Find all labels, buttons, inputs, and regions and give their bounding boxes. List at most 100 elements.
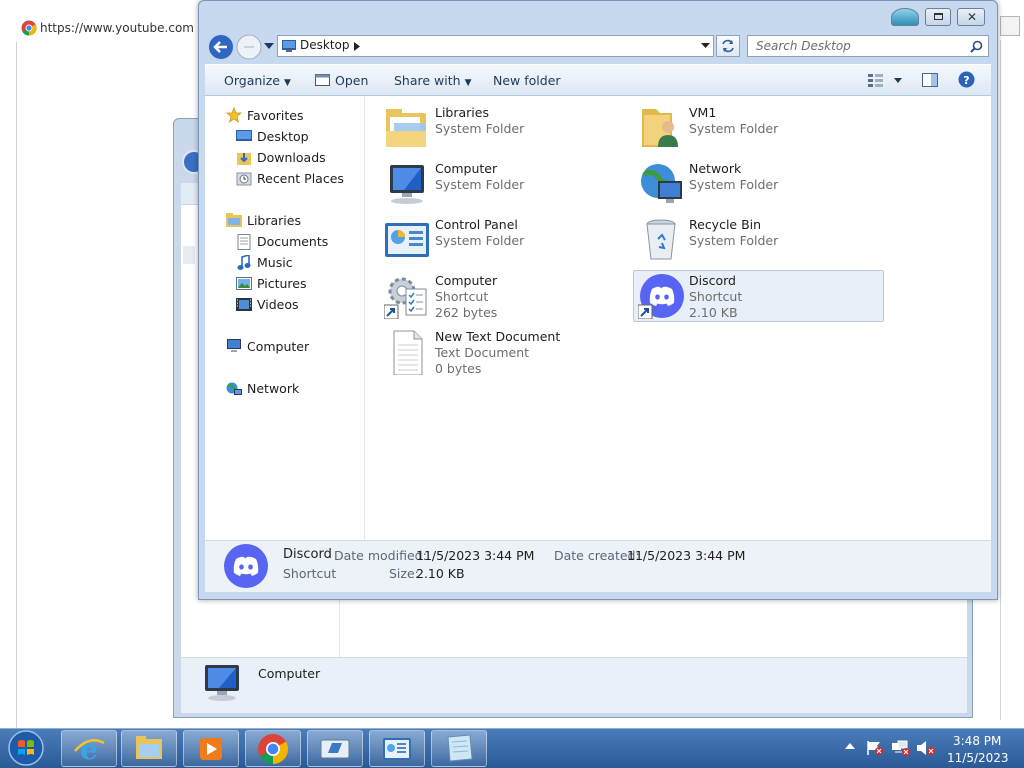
nav-music[interactable]: Music: [257, 255, 293, 270]
forward-button[interactable]: [236, 34, 262, 60]
maximize-button[interactable]: [925, 8, 951, 26]
chevron-down-icon: ▼: [464, 78, 472, 88]
taskbar-remote-desktop[interactable]: [307, 730, 363, 767]
taskbar-time[interactable]: 3:48 PM: [953, 734, 1001, 748]
nav-pictures[interactable]: Pictures: [257, 276, 307, 291]
file-name: Libraries: [435, 105, 489, 120]
taskbar-chrome[interactable]: [245, 730, 301, 767]
nav-documents[interactable]: Documents: [257, 234, 328, 249]
pictures-icon: [236, 277, 252, 293]
history-dropdown-icon[interactable]: [264, 43, 274, 49]
chevron-down-icon: ▼: [283, 78, 291, 88]
taskbar-notepad[interactable]: [431, 730, 487, 767]
file-type: System Folder: [689, 121, 779, 136]
taskbar-control-panel[interactable]: [369, 730, 425, 767]
browser-url[interactable]: https://www.youtube.com - G: [40, 21, 215, 35]
taskbar-media-player[interactable]: [183, 730, 239, 767]
network-icon: [638, 161, 684, 207]
start-button[interactable]: [4, 729, 48, 767]
recycle-bin-icon: [638, 217, 684, 263]
discord-icon: [223, 543, 269, 589]
file-item-discord[interactable]: Discord Shortcut 2.10 KB: [636, 271, 884, 323]
file-item-network[interactable]: Network System Folder: [636, 159, 884, 211]
back-button[interactable]: [207, 33, 235, 61]
organize-label: Organize: [224, 73, 280, 88]
browser-edge: [1000, 40, 1014, 720]
close-button[interactable]: ✕: [957, 8, 985, 26]
file-name: Network: [689, 161, 742, 176]
file-type: System Folder: [435, 233, 525, 248]
network-status-icon[interactable]: [891, 740, 911, 756]
breadcrumb-arrow-icon[interactable]: [354, 42, 360, 51]
file-type: Shortcut: [689, 289, 743, 304]
new-folder-button[interactable]: New folder: [493, 73, 561, 88]
discord-icon: [638, 273, 684, 319]
action-center-icon[interactable]: [866, 740, 884, 756]
details-created-value: 11/5/2023 3:44 PM: [627, 548, 746, 563]
file-item-computer[interactable]: Computer System Folder: [382, 159, 630, 211]
file-item-recycle-bin[interactable]: Recycle Bin System Folder: [636, 215, 884, 267]
svg-text:e: e: [80, 733, 98, 766]
share-with-label: Share with: [394, 73, 461, 88]
documents-icon: [237, 234, 253, 250]
desktop-icon: [236, 129, 252, 145]
taskbar-file-explorer[interactable]: [121, 730, 177, 767]
open-button[interactable]: Open: [335, 73, 368, 88]
control-panel-icon: [384, 217, 430, 263]
address-location[interactable]: Desktop: [300, 38, 350, 52]
file-type: Text Document: [435, 345, 530, 360]
file-name: Discord: [689, 273, 736, 288]
nav-videos[interactable]: Videos: [257, 297, 299, 312]
volume-muted-icon[interactable]: [916, 740, 936, 756]
star-icon: [226, 107, 242, 123]
taskbar-internet-explorer[interactable]: e: [61, 730, 117, 767]
music-icon: [237, 255, 253, 271]
nav-favorites[interactable]: Favorites: [247, 108, 303, 123]
libraries-icon: [384, 105, 430, 151]
preview-pane-icon[interactable]: [922, 73, 938, 87]
search-icon[interactable]: [970, 40, 983, 53]
background-selected-name: Computer: [258, 666, 321, 681]
search-placeholder[interactable]: Search Desktop: [756, 39, 851, 53]
taskbar-date[interactable]: 11/5/2023: [947, 751, 1009, 765]
help-icon[interactable]: ?: [958, 71, 975, 88]
nav-libraries[interactable]: Libraries: [247, 213, 301, 228]
file-type: System Folder: [689, 233, 779, 248]
browser-window-button[interactable]: [1000, 16, 1020, 36]
nav-desktop[interactable]: Desktop: [257, 129, 309, 144]
refresh-button[interactable]: [716, 35, 740, 57]
file-item-control-panel[interactable]: Control Panel System Folder: [382, 215, 630, 267]
nav-recent-places[interactable]: Recent Places: [257, 171, 344, 186]
file-type: System Folder: [435, 121, 525, 136]
computer-icon: [226, 339, 242, 355]
text-document-icon: [384, 329, 430, 375]
file-type: System Folder: [689, 177, 779, 192]
file-item-libraries[interactable]: Libraries System Folder: [382, 103, 630, 155]
file-name: Computer: [435, 273, 498, 288]
details-name: Discord: [283, 547, 332, 562]
file-item-vm1[interactable]: VM1 System Folder: [636, 103, 884, 155]
recent-places-icon: [236, 171, 252, 187]
show-hidden-icons[interactable]: [845, 742, 855, 750]
downloads-icon: [236, 150, 252, 166]
file-type: Shortcut: [435, 289, 489, 304]
file-name: New Text Document: [435, 329, 561, 344]
settings-shortcut-icon: [384, 273, 430, 319]
organize-button[interactable]: Organize ▼: [224, 73, 291, 88]
address-dropdown-icon[interactable]: [701, 43, 710, 48]
background-scroll: [183, 246, 195, 264]
share-with-button[interactable]: Share with ▼: [394, 73, 471, 88]
file-item-computer-shortcut[interactable]: Computer Shortcut 262 bytes: [382, 271, 630, 323]
view-options-icon[interactable]: [868, 73, 904, 87]
file-item-new-text-document[interactable]: New Text Document Text Document 0 bytes: [382, 327, 630, 379]
nav-computer[interactable]: Computer: [247, 339, 309, 354]
nav-network[interactable]: Network: [247, 381, 299, 396]
svg-text:?: ?: [963, 74, 969, 87]
minimize-button[interactable]: [891, 8, 919, 26]
details-type: Shortcut: [283, 566, 337, 581]
file-type: System Folder: [435, 177, 525, 192]
nav-downloads[interactable]: Downloads: [257, 150, 326, 165]
user-folder-icon: [638, 105, 684, 151]
libraries-icon: [226, 213, 242, 229]
desktop-icon: [282, 40, 296, 52]
